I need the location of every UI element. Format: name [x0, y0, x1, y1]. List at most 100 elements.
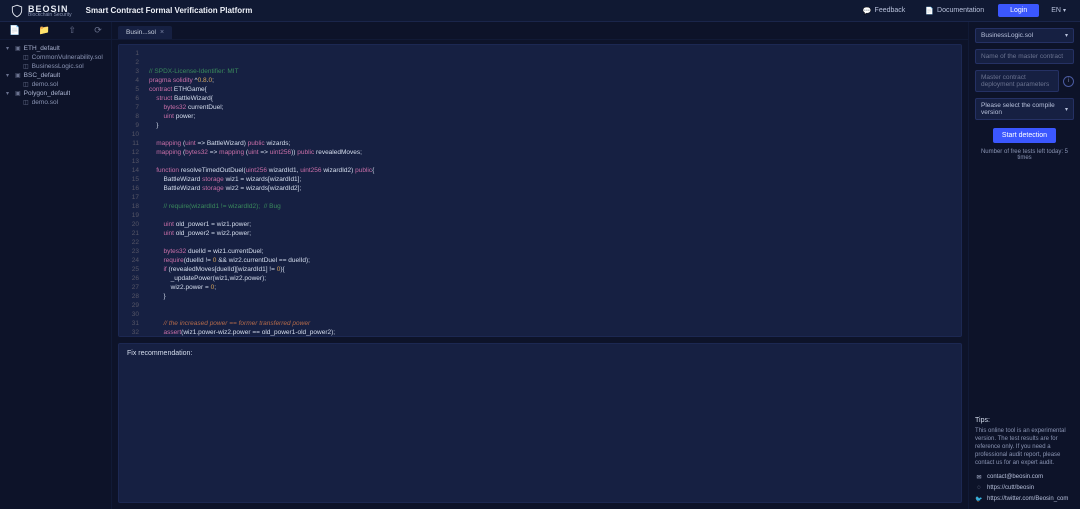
compiler-select-value: Please select the compile version — [981, 102, 1065, 116]
code-line: // the increased power == former transfe… — [149, 319, 955, 328]
deploy-params-input[interactable]: Master contract deployment parameters — [975, 70, 1059, 92]
chat-icon: 💬 — [863, 7, 872, 15]
code-line: uint old_power1 = wiz1.power; — [149, 220, 955, 229]
mail-icon: ✉ — [975, 473, 983, 481]
code-line — [149, 58, 955, 67]
code-editor[interactable]: 1234567891011121314151617181920212223242… — [118, 44, 962, 337]
chevron-down-icon: ▾ — [6, 72, 12, 79]
twitter-link[interactable]: 🐦 https://twitter.com/Beosin_com — [975, 495, 1074, 503]
code-line: } — [149, 292, 955, 301]
refresh-icon[interactable]: ⟳ — [94, 25, 102, 36]
file-icon: ◫ — [23, 63, 29, 70]
code-line: // require(wizardId1 != wizardId2); // B… — [149, 202, 955, 211]
chevron-down-icon: ▾ — [6, 45, 12, 52]
editor-tab[interactable]: Busin...sol × — [118, 26, 172, 39]
code-line: wiz2.power = 0; — [149, 283, 955, 292]
twitter-icon: 🐦 — [975, 495, 983, 503]
code-line: function resolveTimedOutDuel(uint256 wiz… — [149, 166, 955, 175]
rightbar: BusinessLogic.sol ▾ Name of the master c… — [968, 22, 1080, 509]
tree-file[interactable]: ◫demo.sol — [4, 98, 107, 107]
tree-label: ETH_default — [24, 45, 60, 52]
language-switch[interactable]: EN ▾ — [1047, 4, 1070, 17]
code-line — [149, 301, 955, 310]
header: BEOSIN Blockchain Security Smart Contrac… — [0, 0, 1080, 22]
code-line — [149, 238, 955, 247]
email-text: contact@beosin.com — [987, 474, 1043, 480]
code-line: struct BattleWizard{ — [149, 94, 955, 103]
new-folder-icon[interactable]: 📁 — [39, 25, 50, 36]
code-line: contract ETHGame{ — [149, 85, 955, 94]
tree-folder[interactable]: ▾▣Polygon_default — [4, 89, 107, 98]
contact-email-link[interactable]: ✉ contact@beosin.com — [975, 473, 1074, 481]
code-area[interactable]: // SPDX-License-Identifier: MITpragma so… — [143, 45, 961, 336]
code-line: _updatePower(wiz1,wiz2.power); — [149, 274, 955, 283]
chevron-down-icon: ▾ — [6, 90, 12, 97]
shield-icon — [10, 4, 24, 18]
new-file-icon[interactable]: 📄 — [9, 25, 20, 36]
upload-icon[interactable]: ⇧ — [68, 25, 76, 36]
file-tree: ▾▣ETH_default◫CommonVulnerability.sol◫Bu… — [0, 40, 111, 111]
chevron-down-icon: ▾ — [1065, 32, 1068, 39]
folder-icon: ▣ — [15, 45, 21, 52]
doc-icon: 📄 — [925, 7, 934, 15]
twitter-text: https://twitter.com/Beosin_com — [987, 496, 1068, 502]
contract-select-value: BusinessLogic.sol — [981, 32, 1033, 39]
folder-icon: ▣ — [15, 90, 21, 97]
file-icon: ◫ — [23, 54, 29, 61]
chevron-down-icon: ▾ — [1065, 106, 1068, 113]
master-name-input[interactable]: Name of the master contract — [975, 49, 1074, 64]
code-line: bytes32 duelId = wiz1.currentDuel; — [149, 247, 955, 256]
docs-link[interactable]: 📄 Documentation — [919, 4, 990, 18]
code-line: BattleWizard storage wiz1 = wizards[wiza… — [149, 175, 955, 184]
code-line: uint power; — [149, 112, 955, 121]
code-line: require(duelId != 0 && wiz2.currentDuel … — [149, 256, 955, 265]
product-name: Smart Contract Formal Verification Platf… — [86, 6, 253, 15]
github-text: https://cutt/beosin — [987, 485, 1034, 491]
line-gutter: 1234567891011121314151617181920212223242… — [119, 45, 143, 336]
info-icon[interactable]: i — [1063, 76, 1074, 87]
contract-select[interactable]: BusinessLogic.sol ▾ — [975, 28, 1074, 43]
code-line: mapping (uint => BattleWizard) public wi… — [149, 139, 955, 148]
tree-label: demo.sol — [32, 81, 58, 88]
tree-file[interactable]: ◫BusinessLogic.sol — [4, 62, 107, 71]
login-button[interactable]: Login — [998, 4, 1039, 17]
tips-body: This online tool is an experimental vers… — [975, 427, 1074, 467]
file-icon: ◫ — [23, 81, 29, 88]
language-label: EN — [1051, 7, 1061, 14]
tree-label: CommonVulnerability.sol — [32, 54, 103, 61]
tabbar: Busin...sol × — [112, 22, 968, 40]
code-line — [149, 211, 955, 220]
code-line — [149, 193, 955, 202]
tree-label: BSC_default — [24, 72, 61, 79]
code-line — [149, 310, 955, 319]
brand: BEOSIN Blockchain Security — [10, 4, 72, 18]
tree-file[interactable]: ◫demo.sol — [4, 80, 107, 89]
chevron-down-icon: ▾ — [1063, 7, 1066, 14]
tree-file[interactable]: ◫CommonVulnerability.sol — [4, 53, 107, 62]
github-icon: ◌ — [975, 484, 983, 492]
tree-label: Polygon_default — [24, 90, 71, 97]
github-link[interactable]: ◌ https://cutt/beosin — [975, 484, 1074, 492]
code-line: bytes32 currentDuel; — [149, 103, 955, 112]
code-line: BattleWizard storage wiz2 = wizards[wiza… — [149, 184, 955, 193]
main: Busin...sol × 12345678910111213141516171… — [112, 22, 968, 509]
tree-folder[interactable]: ▾▣ETH_default — [4, 44, 107, 53]
brand-tagline: Blockchain Security — [28, 12, 72, 18]
code-line: pragma solidity ^0.8.0; — [149, 76, 955, 85]
sidebar: 📄 📁 ⇧ ⟳ ▾▣ETH_default◫CommonVulnerabilit… — [0, 22, 112, 509]
tab-label: Busin...sol — [126, 29, 156, 36]
tree-folder[interactable]: ▾▣BSC_default — [4, 71, 107, 80]
code-line: uint old_power2 = wiz2.power; — [149, 229, 955, 238]
code-line — [149, 157, 955, 166]
feedback-label: Feedback — [875, 7, 906, 14]
compiler-select[interactable]: Please select the compile version ▾ — [975, 98, 1074, 120]
close-icon[interactable]: × — [160, 29, 164, 36]
quota-text: Number of free tests left today: 5 times — [975, 149, 1074, 161]
feedback-link[interactable]: 💬 Feedback — [857, 4, 911, 18]
sidebar-toolbar: 📄 📁 ⇧ ⟳ — [0, 22, 111, 40]
docs-label: Documentation — [937, 7, 984, 14]
code-line: mapping (bytes32 => mapping (uint => uin… — [149, 148, 955, 157]
code-line: assert(wiz1.power-wiz2.power == old_powe… — [149, 328, 955, 336]
code-line: // SPDX-License-Identifier: MIT — [149, 67, 955, 76]
start-detection-button[interactable]: Start detection — [993, 128, 1056, 143]
